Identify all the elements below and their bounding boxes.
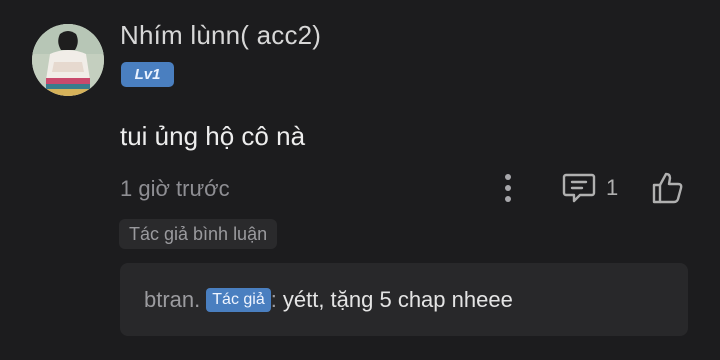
reply-username[interactable]: btran. — [144, 287, 200, 313]
avatar-image — [32, 24, 104, 96]
reply-separator: : — [270, 286, 277, 312]
author-tag: Tác giả bình luận — [119, 219, 278, 249]
more-vertical-icon — [505, 174, 511, 202]
reply-button[interactable]: 1 — [562, 170, 618, 206]
reply-count: 1 — [606, 175, 619, 200]
level-badge: Lv1 — [121, 62, 174, 87]
reply-author-badge: Tác giả — [206, 287, 271, 312]
avatar[interactable] — [32, 24, 104, 96]
username[interactable]: Nhím lùnn( acc2) — [120, 20, 321, 51]
reply-preview[interactable]: btran. Tác giả : yétt, tặng 5 chap nheee — [120, 263, 688, 336]
timestamp: 1 giờ trước — [120, 176, 230, 201]
thumbs-up-icon — [652, 172, 683, 204]
like-button[interactable] — [650, 170, 686, 206]
reply-text: yétt, tặng 5 chap nheee — [282, 286, 513, 312]
comment-icon — [562, 173, 596, 203]
more-options-button[interactable] — [497, 171, 519, 205]
comment-text: tui ủng hộ cô nà — [120, 121, 306, 151]
